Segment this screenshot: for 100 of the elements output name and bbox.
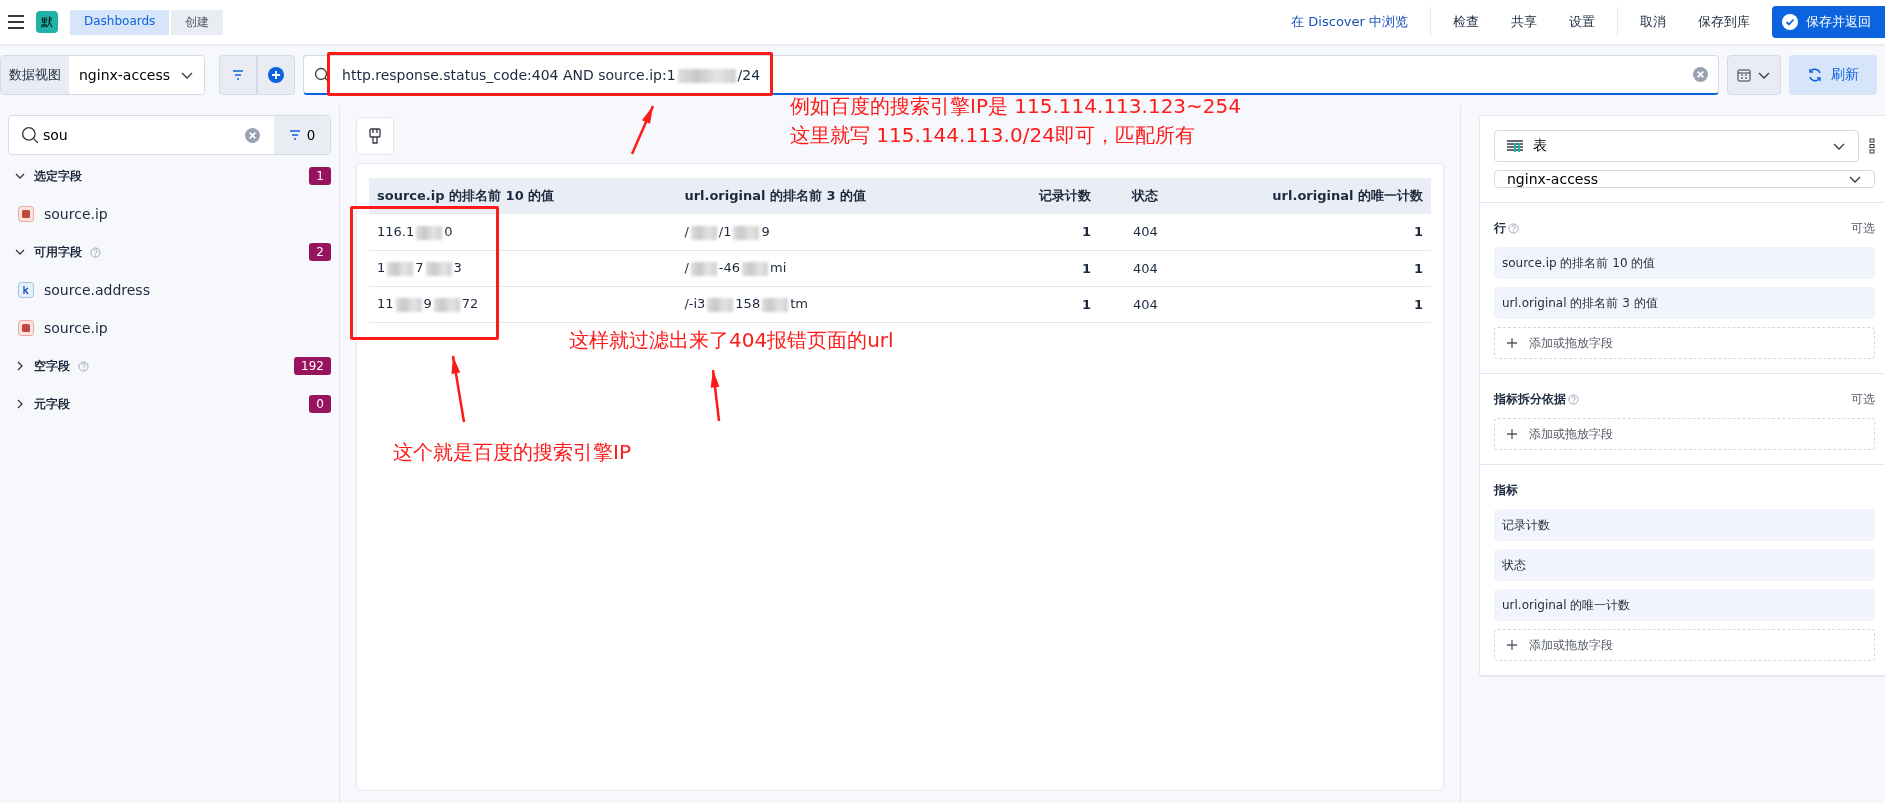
- field-name[interactable]: source.ip: [44, 320, 108, 336]
- blurred-text: [433, 297, 460, 312]
- table-cell: 116.1 0: [369, 214, 677, 250]
- header-link[interactable]: 共享: [1501, 13, 1547, 31]
- table-cell: 1: [1165, 214, 1431, 250]
- optional-label: 可选: [1851, 219, 1875, 237]
- refresh-icon: [1807, 67, 1823, 83]
- breadcrumb[interactable]: 创建: [171, 9, 224, 35]
- annotation-text: 这里就写 115.144.113.0/24即可，匹配所有: [790, 122, 1195, 149]
- chart-type-select[interactable]: 表: [1494, 130, 1859, 162]
- search-input[interactable]: sou: [39, 127, 245, 143]
- query-text: http.response.status_code:404 AND source.ip:1 /24: [342, 66, 761, 83]
- field-name[interactable]: source.address: [44, 282, 150, 298]
- column-header[interactable]: url.original 的排名前 3 的值: [676, 178, 991, 214]
- group-label: 可用字段: [34, 243, 82, 261]
- field-filter-button[interactable]: 0: [274, 116, 330, 154]
- header-link[interactable]: 在 Discover 中浏览: [1281, 13, 1418, 31]
- clear-icon[interactable]: [1693, 67, 1708, 82]
- plus-icon: [1507, 640, 1517, 650]
- dimension-item[interactable]: 状态: [1494, 549, 1875, 581]
- annotation-text: 例如百度的搜索引擎IP是 115.114.113.123~254: [790, 93, 1241, 120]
- data-view-select[interactable]: nginx-access: [1494, 170, 1875, 188]
- plus-icon: [1507, 429, 1517, 439]
- blurred-text: [690, 261, 717, 276]
- table-cell: 404: [1099, 250, 1166, 286]
- table-cell: /-i3 158 tm: [676, 286, 991, 322]
- keyword-field-icon: [18, 282, 34, 298]
- add-filter-button[interactable]: [257, 55, 296, 95]
- filter-icon: [288, 130, 301, 140]
- table-cell: 1: [990, 214, 1100, 250]
- optional-label: 可选: [1851, 390, 1875, 408]
- field-group-header[interactable]: 选定字段 1: [8, 159, 331, 193]
- field-group-header[interactable]: 可用字段 2: [8, 235, 331, 269]
- table-cell: 1: [1165, 250, 1431, 286]
- count-badge: 192: [294, 357, 331, 375]
- breadcrumb[interactable]: Dashboards: [70, 9, 170, 35]
- dimension-item[interactable]: source.ip 的排名前 10 的值: [1494, 247, 1875, 279]
- arrow: [630, 105, 655, 155]
- blurred-text: [690, 225, 717, 240]
- plus-icon: [268, 67, 285, 83]
- more-icon[interactable]: [1869, 138, 1875, 154]
- header-link[interactable]: 检查: [1443, 13, 1489, 31]
- add-field-button[interactable]: 添加或拖放字段: [1494, 418, 1875, 450]
- ip-field-icon: [18, 320, 34, 336]
- refresh-button[interactable]: 刷新: [1789, 55, 1877, 95]
- field-group-header[interactable]: 空字段 192: [8, 349, 331, 383]
- field-search[interactable]: sou 0: [8, 115, 331, 155]
- group-label: 选定字段: [34, 167, 82, 185]
- menu-icon[interactable]: [8, 15, 24, 29]
- count-badge: 2: [309, 243, 331, 261]
- data-view-picker[interactable]: 数据视图 nginx-access: [0, 55, 206, 95]
- table-icon: [1507, 140, 1523, 152]
- blurred-text: [762, 297, 789, 312]
- header-link[interactable]: 取消: [1630, 13, 1676, 31]
- header-link[interactable]: 保存到库: [1688, 13, 1760, 31]
- blurred-text: [733, 225, 760, 240]
- field-name[interactable]: source.ip: [44, 206, 108, 222]
- clear-icon[interactable]: [245, 127, 260, 143]
- table-cell: 11 9 72: [369, 286, 677, 322]
- filter-button[interactable]: [219, 55, 258, 95]
- column-header[interactable]: 记录计数: [990, 178, 1100, 214]
- group-label: 空字段: [34, 357, 70, 375]
- annotation-text: 这样就过滤出来了404报错页面的url: [569, 327, 894, 354]
- section-title: 指标: [1494, 481, 1518, 499]
- brush-icon: [369, 128, 381, 144]
- dimension-item[interactable]: url.original 的排名前 3 的值: [1494, 287, 1875, 319]
- dimension-item[interactable]: url.original 的唯一计数: [1494, 589, 1875, 621]
- blurred-text: [677, 68, 736, 83]
- blurred-text: [416, 225, 443, 240]
- column-header[interactable]: source.ip 的排名前 10 的值: [369, 178, 677, 214]
- group-label: 元字段: [34, 395, 70, 413]
- arrow: [710, 369, 721, 422]
- field-group-header[interactable]: 元字段 0: [8, 387, 331, 421]
- style-button[interactable]: [356, 117, 394, 155]
- table-cell: 1: [1165, 286, 1431, 322]
- table-cell: 1 7 3: [369, 250, 677, 286]
- ip-field-icon: [18, 206, 34, 222]
- calendar-icon: [1737, 68, 1751, 82]
- annotation-text: 这个就是百度的搜索引擎IP: [393, 439, 631, 466]
- section-title: 行: [1494, 219, 1506, 237]
- check-icon: [1782, 14, 1798, 30]
- add-field-button[interactable]: 添加或拖放字段: [1494, 327, 1875, 359]
- column-header[interactable]: 状态: [1099, 178, 1166, 214]
- column-header[interactable]: url.original 的唯一计数: [1165, 178, 1431, 214]
- table-cell: 1: [990, 250, 1100, 286]
- blurred-text: [387, 261, 414, 276]
- header-link[interactable]: 设置: [1559, 13, 1605, 31]
- blurred-text: [742, 261, 768, 276]
- table-cell: 1: [990, 286, 1100, 322]
- query-field[interactable]: http.response.status_code:404 AND source.ip:1 /24: [303, 55, 1719, 95]
- blurred-text: [395, 297, 422, 312]
- dimension-item[interactable]: 记录计数: [1494, 509, 1875, 541]
- date-picker-button[interactable]: [1727, 55, 1781, 95]
- save-and-return-button[interactable]: 保存并返回: [1772, 6, 1885, 38]
- space-avatar[interactable]: 默: [36, 11, 58, 33]
- data-view-label: 数据视图: [1, 56, 69, 94]
- table-cell: 404: [1099, 214, 1166, 250]
- plus-icon: [1507, 338, 1517, 348]
- table-cell: / /1 9: [676, 214, 991, 250]
- add-field-button[interactable]: 添加或拖放字段: [1494, 629, 1875, 661]
